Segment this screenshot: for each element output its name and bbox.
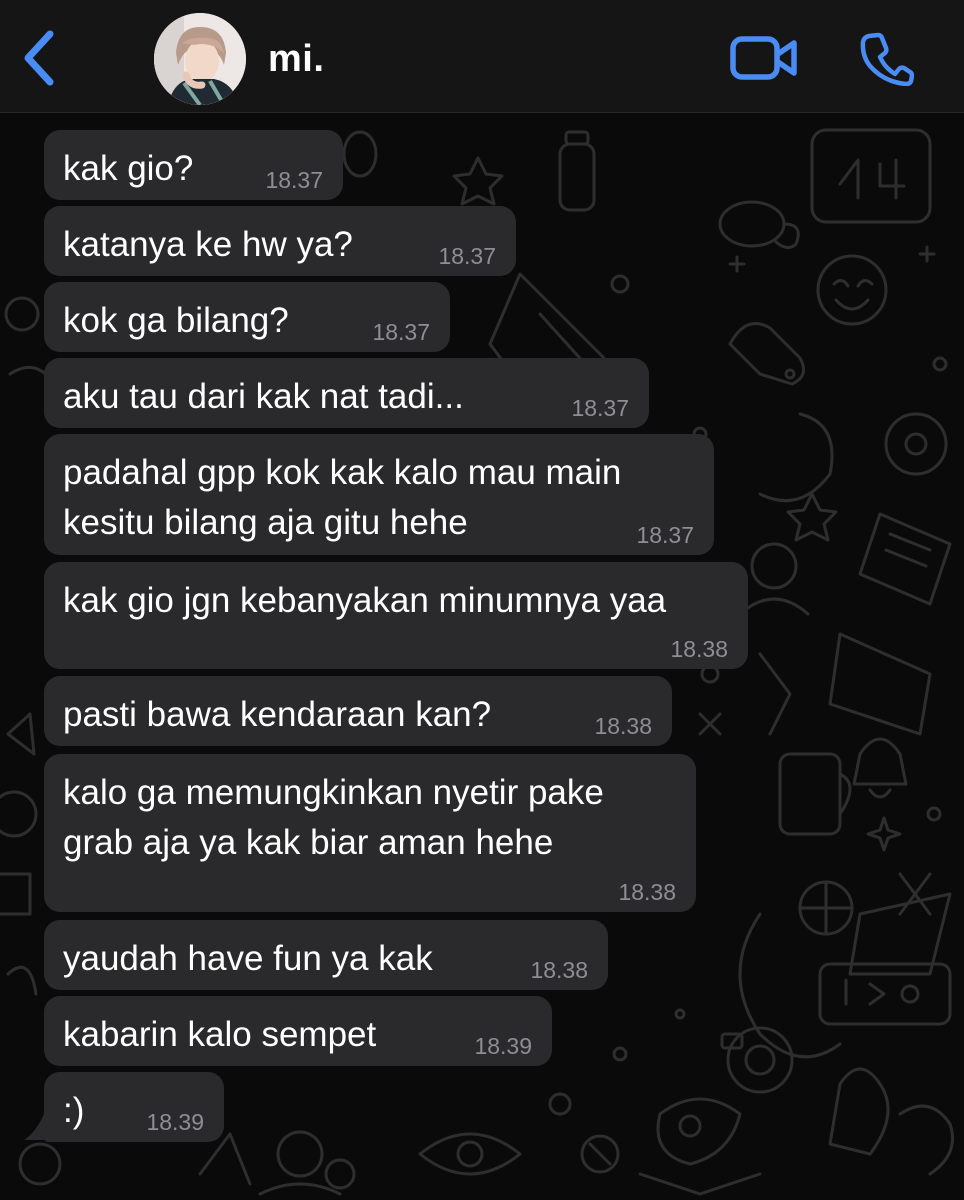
message-bubble[interactable]: kabarin kalo sempet 18.39 [44, 996, 552, 1066]
video-call-button[interactable] [728, 32, 800, 84]
message-bubble[interactable]: yaudah have fun ya kak 18.38 [44, 920, 608, 990]
message-timestamp: 18.38 [618, 879, 676, 905]
avatar-image [154, 13, 246, 105]
message-text: aku tau dari kak nat tadi... [63, 377, 464, 416]
video-camera-icon [730, 36, 797, 80]
message-timestamp: 18.37 [265, 167, 323, 193]
message-text: yaudah have fun ya kak [63, 939, 433, 978]
chat-header: mi. [0, 0, 964, 113]
message-bubble[interactable]: :) 18.39 [44, 1072, 224, 1142]
contact-avatar[interactable] [154, 13, 246, 105]
message-bubble[interactable]: kalo ga memungkinkan nyetir pake grab aj… [44, 754, 696, 912]
back-button[interactable] [18, 28, 62, 88]
message-text: katanya ke hw ya? [63, 225, 353, 264]
message-timestamp: 18.37 [372, 319, 430, 345]
message-timestamp: 18.38 [530, 957, 588, 983]
message-timestamp: 18.39 [474, 1033, 532, 1059]
message-text: kalo ga memungkinkan nyetir pake grab aj… [63, 773, 604, 862]
message-bubble[interactable]: aku tau dari kak nat tadi... 18.37 [44, 358, 649, 428]
message-timestamp: 18.38 [594, 713, 652, 739]
message-text: padahal gpp kok kak kalo mau main kesitu… [63, 453, 622, 542]
voice-call-button[interactable] [858, 30, 915, 87]
chevron-left-icon [24, 30, 54, 86]
message-bubble[interactable]: pasti bawa kendaraan kan? 18.38 [44, 676, 672, 746]
message-text: kak gio jgn kebanyakan minumnya yaa [63, 581, 667, 620]
contact-name[interactable]: mi. [268, 38, 324, 81]
message-timestamp: 18.37 [571, 395, 629, 421]
phone-icon [860, 32, 915, 87]
message-list[interactable]: kak gio? 18.37 katanya ke hw ya? 18.37 k… [0, 114, 964, 1200]
message-bubble[interactable]: kak gio jgn kebanyakan minumnya yaa 18.3… [44, 562, 748, 669]
message-bubble[interactable]: katanya ke hw ya? 18.37 [44, 206, 516, 276]
message-text: kabarin kalo sempet [63, 1015, 377, 1054]
message-bubble[interactable]: kak gio? 18.37 [44, 130, 343, 200]
message-timestamp: 18.37 [438, 243, 496, 269]
message-timestamp: 18.38 [670, 636, 728, 662]
message-timestamp: 18.39 [146, 1109, 204, 1135]
message-text: pasti bawa kendaraan kan? [63, 695, 492, 734]
message-bubble[interactable]: padahal gpp kok kak kalo mau main kesitu… [44, 434, 714, 555]
message-bubble[interactable]: kok ga bilang? 18.37 [44, 282, 450, 352]
message-timestamp: 18.37 [636, 522, 694, 548]
